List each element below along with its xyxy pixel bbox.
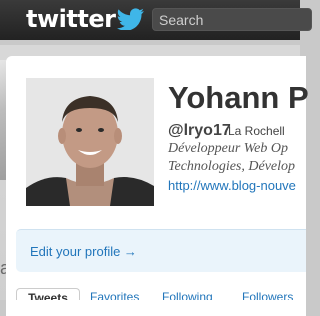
tab-following[interactable]: Following (162, 290, 213, 300)
profile-location: La Rochell (228, 124, 285, 138)
profile-tabs: Tweets Favorites Following Followers (16, 288, 306, 300)
twitter-logo[interactable]: twitter (26, 5, 145, 33)
profile-url-link[interactable]: http://www.blog-nouve (168, 178, 296, 193)
profile-bio: Développeur Web Op Technologies, Dévelop (168, 140, 295, 176)
profile-name: Yohann P (168, 80, 309, 115)
top-navigation-bar: twitter (0, 0, 312, 40)
bird-icon (117, 8, 145, 30)
profile-bio-line-1: Développeur Web Op (168, 141, 289, 156)
avatar-photo (26, 78, 154, 206)
edit-profile-link[interactable]: Edit your profile → (30, 244, 137, 259)
logo-text: twitter (26, 5, 116, 33)
profile-bio-line-2: Technologies, Dévelop (168, 159, 296, 174)
profile-handle: @lryo17 (168, 122, 231, 139)
tab-followers[interactable]: Followers (242, 290, 293, 300)
tab-tweets[interactable]: Tweets (16, 288, 80, 300)
tab-favorites[interactable]: Favorites (90, 290, 139, 300)
avatar[interactable] (26, 78, 154, 206)
search-input[interactable] (152, 8, 312, 31)
